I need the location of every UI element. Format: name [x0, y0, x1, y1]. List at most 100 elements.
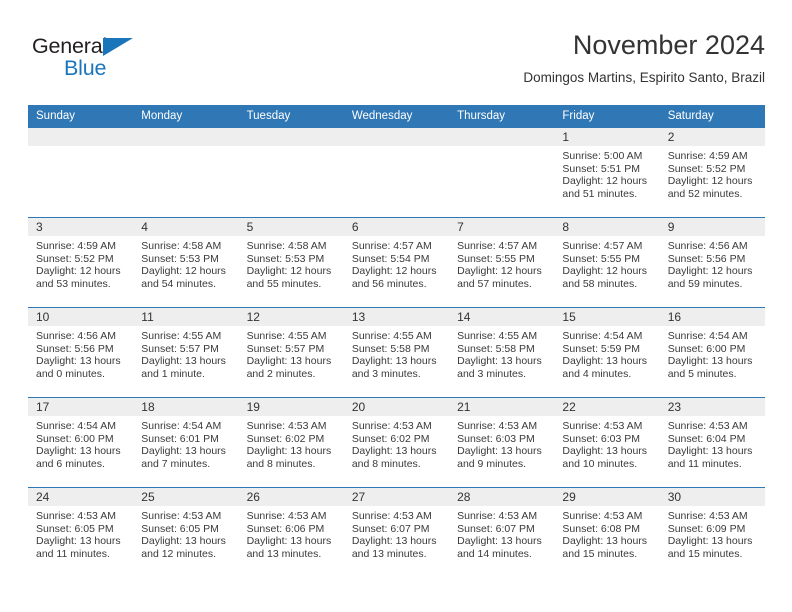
sunrise-sunset-calendar: Sunday Monday Tuesday Wednesday Thursday… — [28, 105, 765, 577]
day-daylight2-text: and 6 minutes. — [36, 457, 105, 470]
day-cell-inner: 5 Sunrise: 4:58 AM Sunset: 5:53 PM Daylight… — [238, 218, 344, 307]
day-sun-info: Sunrise: 4:54 AM Sunset: 5:59 PM Daylight:… — [554, 326, 659, 380]
calendar-day-cell[interactable]: 28 Sunrise: 4:53 AM Sunset: 6:07 PM Dayligh… — [449, 487, 555, 577]
day-daylight2-text: and 15 minutes. — [667, 547, 743, 560]
calendar-day-cell[interactable]: 23 Sunrise: 4:53 AM Sunset: 6:04 PM Dayligh… — [659, 397, 765, 488]
calendar-day-cell[interactable]: 13 Sunrise: 4:55 AM Sunset: 5:58 PM Dayligh… — [343, 307, 450, 398]
day-sunrise-text: Sunrise: 4:54 AM — [141, 420, 222, 432]
calendar-day-cell[interactable]: 25 Sunrise: 4:53 AM Sunset: 6:05 PM Dayligh… — [133, 487, 239, 577]
day-cell-inner — [133, 128, 239, 217]
calendar-week-row: 1 Sunrise: 5:00 AM Sunset: 5:51 PM Daylight… — [28, 128, 765, 218]
calendar-day-cell[interactable]: 10 Sunrise: 4:56 AM Sunset: 5:56 PM Dayligh… — [28, 307, 134, 398]
day-number: 18 — [133, 398, 239, 416]
calendar-day-cell[interactable]: 24 Sunrise: 4:53 AM Sunset: 6:05 PM Dayligh… — [28, 487, 134, 577]
day-daylight2-text: and 10 minutes. — [562, 457, 638, 470]
day-daylight1-text: Daylight: 13 hours — [667, 445, 753, 458]
day-sunset-text: Sunset: 5:59 PM — [562, 342, 641, 355]
calendar-day-cell[interactable]: 4 Sunrise: 4:58 AM Sunset: 5:53 PM Daylight… — [133, 217, 239, 308]
day-sun-info — [28, 146, 133, 150]
day-sunrise-text: Sunrise: 4:55 AM — [141, 330, 222, 342]
calendar-day-cell[interactable]: 19 Sunrise: 4:53 AM Sunset: 6:02 PM Dayligh… — [238, 397, 344, 488]
calendar-day-cell[interactable]: 11 Sunrise: 4:55 AM Sunset: 5:57 PM Dayligh… — [133, 307, 239, 398]
day-cell-inner: 8 Sunrise: 4:57 AM Sunset: 5:55 PM Daylight… — [554, 218, 660, 307]
day-number: 27 — [343, 488, 450, 506]
calendar-day-cell[interactable]: 1 Sunrise: 5:00 AM Sunset: 5:51 PM Daylight… — [554, 128, 660, 218]
day-cell-inner: 18 Sunrise: 4:54 AM Sunset: 6:01 PM Dayligh… — [133, 398, 239, 487]
day-cell-inner: 29 Sunrise: 4:53 AM Sunset: 6:08 PM Dayligh… — [554, 488, 660, 577]
day-sun-info: Sunrise: 4:53 AM Sunset: 6:08 PM Daylight:… — [554, 506, 659, 560]
day-sunset-text: Sunset: 5:52 PM — [36, 252, 114, 265]
day-daylight2-text: and 3 minutes. — [457, 367, 527, 380]
calendar-day-cell[interactable]: 2 Sunrise: 4:59 AM Sunset: 5:52 PM Daylight… — [659, 128, 765, 218]
calendar-day-cell[interactable]: 30 Sunrise: 4:53 AM Sunset: 6:09 PM Dayligh… — [659, 487, 765, 577]
calendar-day-cell[interactable]: 22 Sunrise: 4:53 AM Sunset: 6:03 PM Dayligh… — [554, 397, 660, 488]
day-number — [343, 128, 450, 146]
calendar-day-cell[interactable]: 9 Sunrise: 4:56 AM Sunset: 5:56 PM Daylight… — [659, 217, 765, 308]
day-sunrise-text: Sunrise: 4:54 AM — [667, 330, 748, 342]
day-sun-info: Sunrise: 4:57 AM Sunset: 5:55 PM Daylight:… — [554, 236, 659, 290]
day-sun-info: Sunrise: 4:56 AM Sunset: 5:56 PM Daylight:… — [28, 326, 133, 380]
calendar-day-cell[interactable]: 6 Sunrise: 4:57 AM Sunset: 5:54 PM Daylight… — [343, 217, 450, 308]
calendar-day-cell[interactable]: 3 Sunrise: 4:59 AM Sunset: 5:52 PM Daylight… — [28, 217, 134, 308]
calendar-day-cell[interactable]: 8 Sunrise: 4:57 AM Sunset: 5:55 PM Daylight… — [554, 217, 660, 308]
calendar-day-cell[interactable]: 16 Sunrise: 4:54 AM Sunset: 6:00 PM Dayligh… — [659, 307, 765, 398]
day-cell-inner: 9 Sunrise: 4:56 AM Sunset: 5:56 PM Daylight… — [659, 218, 765, 307]
page-subtitle: Domingos Martins, Espirito Santo, Brazil — [523, 70, 765, 85]
day-daylight1-text: Daylight: 13 hours — [562, 535, 648, 548]
day-sun-info — [239, 146, 344, 150]
day-sun-info: Sunrise: 4:53 AM Sunset: 6:07 PM Daylight:… — [344, 506, 449, 560]
day-sun-info: Sunrise: 4:59 AM Sunset: 5:52 PM Daylight:… — [28, 236, 133, 290]
calendar-body: 1 Sunrise: 5:00 AM Sunset: 5:51 PM Daylight… — [28, 128, 765, 577]
day-daylight1-text: Daylight: 13 hours — [351, 355, 437, 368]
calendar-day-cell[interactable]: 12 Sunrise: 4:55 AM Sunset: 5:57 PM Dayligh… — [238, 307, 344, 398]
day-sunset-text: Sunset: 6:09 PM — [667, 522, 746, 535]
weekday-header-wednesday: Wednesday — [343, 105, 450, 128]
calendar-day-cell[interactable]: 26 Sunrise: 4:53 AM Sunset: 6:06 PM Dayligh… — [238, 487, 344, 577]
day-sunset-text: Sunset: 6:07 PM — [457, 522, 535, 535]
day-daylight2-text: and 13 minutes. — [246, 547, 322, 560]
calendar-day-cell[interactable]: 17 Sunrise: 4:54 AM Sunset: 6:00 PM Dayligh… — [28, 397, 134, 488]
calendar-day-cell[interactable] — [238, 128, 344, 218]
calendar-day-cell[interactable]: 14 Sunrise: 4:55 AM Sunset: 5:58 PM Dayligh… — [449, 307, 555, 398]
calendar-day-cell[interactable]: 7 Sunrise: 4:57 AM Sunset: 5:55 PM Daylight… — [449, 217, 555, 308]
day-daylight2-text: and 12 minutes. — [141, 547, 216, 560]
day-daylight2-text: and 52 minutes. — [667, 187, 743, 200]
calendar-day-cell[interactable] — [343, 128, 450, 218]
day-daylight2-text: and 57 minutes. — [457, 277, 532, 290]
day-daylight1-text: Daylight: 13 hours — [141, 355, 226, 368]
day-daylight1-text: Daylight: 13 hours — [246, 355, 332, 368]
day-sunrise-text: Sunrise: 4:53 AM — [246, 420, 327, 432]
day-sun-info: Sunrise: 4:55 AM Sunset: 5:57 PM Daylight:… — [133, 326, 238, 380]
day-number: 7 — [449, 218, 555, 236]
day-daylight2-text: and 5 minutes. — [667, 367, 737, 380]
day-sunrise-text: Sunrise: 4:53 AM — [36, 510, 116, 522]
day-sunset-text: Sunset: 5:53 PM — [141, 252, 219, 265]
day-daylight1-text: Daylight: 13 hours — [36, 535, 121, 548]
page-title: November 2024 — [572, 30, 765, 60]
calendar-day-cell[interactable]: 15 Sunrise: 4:54 AM Sunset: 5:59 PM Dayligh… — [554, 307, 660, 398]
day-daylight2-text: and 2 minutes. — [246, 367, 316, 380]
day-number — [238, 128, 344, 146]
calendar-day-cell[interactable] — [449, 128, 555, 218]
day-daylight2-text: and 11 minutes. — [36, 547, 110, 560]
day-sunset-text: Sunset: 6:03 PM — [562, 432, 641, 445]
calendar-day-cell[interactable] — [133, 128, 239, 218]
day-sunrise-text: Sunrise: 4:54 AM — [562, 330, 643, 342]
day-cell-inner: 26 Sunrise: 4:53 AM Sunset: 6:06 PM Dayligh… — [238, 488, 344, 577]
day-sun-info: Sunrise: 4:55 AM Sunset: 5:57 PM Daylight:… — [239, 326, 344, 380]
calendar-day-cell[interactable]: 27 Sunrise: 4:53 AM Sunset: 6:07 PM Dayligh… — [343, 487, 450, 577]
day-sunset-text: Sunset: 6:02 PM — [351, 432, 430, 445]
day-sunrise-text: Sunrise: 4:58 AM — [141, 240, 222, 252]
day-cell-inner: 2 Sunrise: 4:59 AM Sunset: 5:52 PM Daylight… — [659, 128, 765, 217]
day-sunrise-text: Sunrise: 4:55 AM — [457, 330, 538, 342]
generalblue-logo[interactable]: General Blue — [32, 34, 202, 86]
calendar-day-cell[interactable]: 5 Sunrise: 4:58 AM Sunset: 5:53 PM Daylight… — [238, 217, 344, 308]
calendar-day-cell[interactable] — [28, 128, 134, 218]
day-sunrise-text: Sunrise: 4:57 AM — [351, 240, 432, 252]
day-daylight1-text: Daylight: 13 hours — [36, 355, 121, 368]
calendar-day-cell[interactable]: 18 Sunrise: 4:54 AM Sunset: 6:01 PM Dayligh… — [133, 397, 239, 488]
calendar-day-cell[interactable]: 20 Sunrise: 4:53 AM Sunset: 6:02 PM Dayligh… — [343, 397, 450, 488]
day-sun-info: Sunrise: 4:53 AM Sunset: 6:09 PM Daylight:… — [660, 506, 765, 560]
calendar-day-cell[interactable]: 29 Sunrise: 4:53 AM Sunset: 6:08 PM Dayligh… — [554, 487, 660, 577]
calendar-day-cell[interactable]: 21 Sunrise: 4:53 AM Sunset: 6:03 PM Dayligh… — [449, 397, 555, 488]
